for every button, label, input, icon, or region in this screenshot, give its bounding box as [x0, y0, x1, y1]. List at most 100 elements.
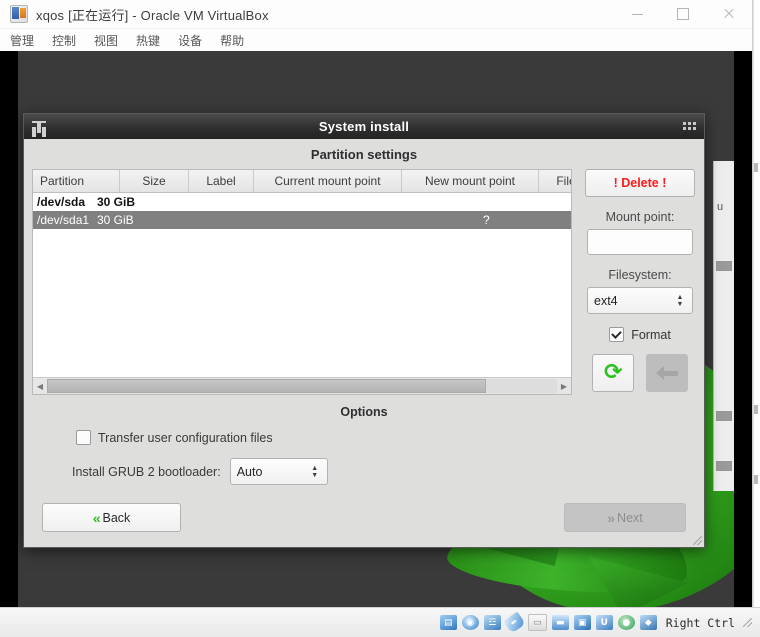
statusbar-resize-grip[interactable]	[743, 618, 752, 627]
virtualbox-titlebar[interactable]: xqos [正在运行] - Oracle VM VirtualBox	[0, 0, 752, 29]
dialog-resize-grip[interactable]	[693, 536, 702, 545]
scrollbar-track[interactable]	[47, 379, 557, 393]
filesystem-value: ext4	[594, 293, 618, 308]
dialog-titlebar[interactable]: System install	[24, 114, 704, 139]
cell-partition: /dev/sda	[37, 195, 86, 209]
scroll-right-arrow[interactable]: ▶	[557, 382, 571, 391]
display-icon[interactable]: ▬	[551, 615, 569, 630]
guest-screen: u System install Partition settings Part…	[0, 51, 752, 607]
spinner-up-icon[interactable]: ▲	[677, 294, 684, 301]
mount-point-label: Mount point:	[605, 210, 675, 224]
partition-table[interactable]: Partition Size Label Current mount point…	[32, 169, 572, 395]
column-header-size[interactable]: Size	[120, 170, 189, 192]
background-window-sliver[interactable]: u	[713, 161, 734, 491]
menu-item-hotkeys[interactable]: 热键	[136, 32, 160, 49]
refresh-icon: ⟲	[603, 360, 623, 385]
refresh-button[interactable]: ⟲	[592, 354, 634, 392]
back-button[interactable]: « Back	[42, 503, 181, 532]
grid-dots-icon[interactable]	[683, 122, 696, 131]
transfer-config-label: Transfer user configuration files	[98, 430, 273, 445]
window-controls	[614, 0, 752, 28]
virtualbox-app-icon	[10, 5, 28, 23]
filesystem-label: Filesystem:	[608, 268, 672, 282]
menu-item-control[interactable]: 控制	[52, 32, 76, 49]
dialog-body: Partition settings Partition Size Label …	[24, 139, 704, 547]
network-icon[interactable]: ☲	[483, 615, 501, 630]
minimize-button[interactable]	[614, 0, 660, 28]
format-checkbox-label: Format	[631, 327, 671, 342]
transfer-config-row[interactable]: Transfer user configuration files	[24, 430, 704, 445]
scroll-left-arrow[interactable]: ◀	[33, 382, 47, 391]
page-root: 果 / 果 / H / / / u xqos [正在运行] - Oracle V…	[0, 0, 760, 637]
column-header-label[interactable]: Label	[189, 170, 254, 192]
column-header-partition[interactable]: Partition	[33, 170, 120, 192]
hard-disk-icon[interactable]: ▤	[439, 615, 457, 630]
spinner-down-icon[interactable]: ▼	[311, 472, 318, 479]
double-chevron-right-icon: »	[607, 509, 615, 526]
dialog-title: System install	[318, 119, 410, 134]
optical-disk-icon[interactable]: ◉	[461, 615, 479, 630]
virtualbox-statusbar: ▤ ◉ ☲ ✒ ▭ ▬ ▣ U ● ⬥ Right Ctrl	[0, 607, 760, 637]
maximize-button[interactable]	[660, 0, 706, 28]
shared-folder-icon[interactable]: ▭	[527, 614, 547, 631]
usb-icon[interactable]: ✒	[502, 611, 526, 634]
window-title: xqos [正在运行] - Oracle VM VirtualBox	[36, 7, 269, 23]
format-checkbox-row[interactable]: Format	[609, 327, 671, 342]
partition-settings-heading: Partition settings	[310, 147, 418, 162]
cell-size: 30 GiB	[97, 213, 134, 227]
mount-point-combobox[interactable]: ▼	[587, 229, 693, 255]
spinner-down-icon[interactable]: ▼	[677, 301, 684, 308]
recording-icon[interactable]: ▣	[573, 615, 591, 630]
background-window-scrollmark	[716, 261, 732, 271]
background-window-scrollmark	[716, 461, 732, 471]
background-window-scrollmark	[716, 411, 732, 421]
table-row[interactable]: /dev/sda 30 GiB	[33, 193, 571, 211]
spinner-arrows-icon[interactable]: ▲ ▼	[306, 465, 327, 479]
column-header-filesystem[interactable]: Filesystem	[539, 170, 571, 192]
mount-point-input[interactable]	[588, 230, 692, 254]
spinner-arrows-icon[interactable]: ▲ ▼	[671, 294, 692, 308]
mouse-integration-icon[interactable]: ●	[617, 615, 635, 630]
transfer-config-checkbox[interactable]	[76, 430, 91, 445]
grub-value: Auto	[236, 464, 263, 479]
keyboard-icon[interactable]: ⬥	[639, 615, 657, 630]
partition-table-body: /dev/sda 30 GiB /dev/sda1 30 GiB ? -	[33, 193, 571, 377]
partition-action-buttons: ⟲	[592, 354, 688, 392]
delete-button[interactable]: ! Delete !	[585, 169, 695, 197]
maximize-icon	[677, 8, 689, 20]
menu-handle-icon[interactable]	[32, 120, 46, 133]
partition-area: Partition Size Label Current mount point…	[24, 169, 704, 395]
virtualbox-window: xqos [正在运行] - Oracle VM VirtualBox 管理 控制…	[0, 0, 760, 637]
cell-size: 30 GiB	[97, 195, 136, 209]
menu-item-help[interactable]: 帮助	[220, 32, 244, 49]
next-button-label: Next	[617, 510, 643, 525]
menu-item-view[interactable]: 视图	[94, 32, 118, 49]
grub-bootloader-row: Install GRUB 2 bootloader: Auto ▲ ▼	[24, 458, 704, 485]
system-install-dialog: System install Partition settings Partit…	[23, 113, 705, 548]
column-header-new-mount-point[interactable]: New mount point	[402, 170, 539, 192]
column-header-current-mount-point[interactable]: Current mount point	[254, 170, 402, 192]
filesystem-select[interactable]: ext4 ▲ ▼	[587, 287, 693, 314]
next-button[interactable]: » Next	[564, 503, 686, 532]
virtualbox-menubar: 管理 控制 视图 热键 设备 帮助	[0, 29, 752, 52]
close-button[interactable]	[706, 0, 752, 28]
table-row[interactable]: /dev/sda1 30 GiB ? -	[33, 211, 571, 229]
spinner-up-icon[interactable]: ▲	[311, 465, 318, 472]
undo-button[interactable]	[646, 354, 688, 392]
format-checkbox[interactable]	[609, 327, 625, 342]
cell-filesystem: ?	[483, 213, 490, 227]
scrollbar-thumb[interactable]	[47, 379, 486, 393]
menu-item-manage[interactable]: 管理	[10, 32, 34, 49]
options-heading: Options	[340, 405, 388, 419]
back-button-label: Back	[102, 510, 131, 525]
back-arrow-icon	[656, 366, 678, 380]
horizontal-scrollbar[interactable]: ◀ ▶	[33, 377, 571, 394]
wallpaper-leaf-spike	[588, 556, 688, 607]
background-window-label: u	[717, 201, 724, 213]
partition-table-header: Partition Size Label Current mount point…	[33, 170, 571, 193]
virtualization-icon[interactable]: U	[595, 615, 613, 630]
grub-label: Install GRUB 2 bootloader:	[72, 464, 221, 479]
menu-item-devices[interactable]: 设备	[178, 32, 202, 49]
cell-partition: /dev/sda1	[37, 213, 90, 227]
grub-select[interactable]: Auto ▲ ▼	[229, 458, 328, 485]
